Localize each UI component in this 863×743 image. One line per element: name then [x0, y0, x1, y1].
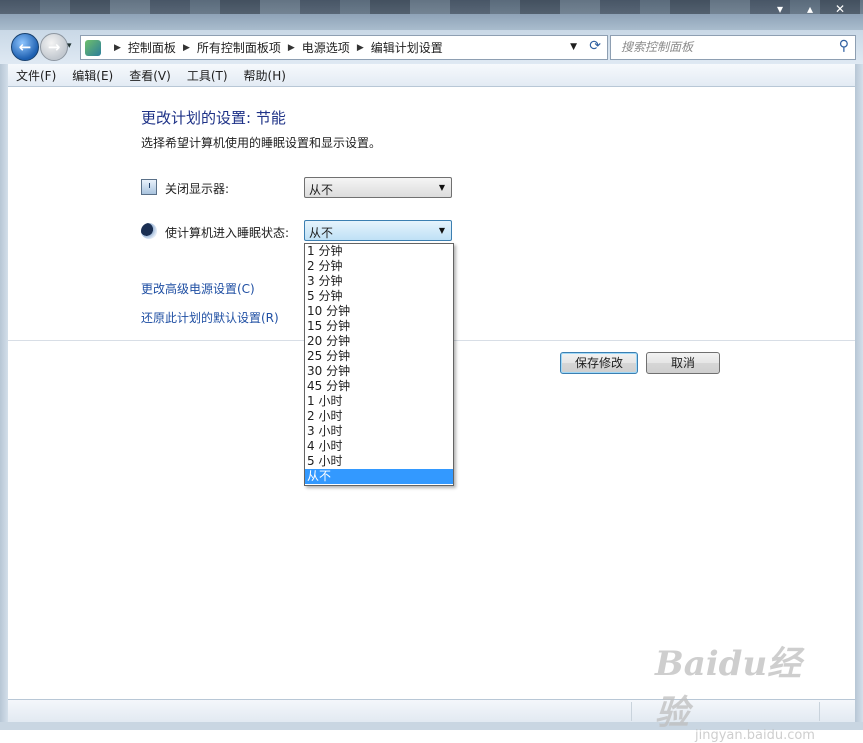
breadcrumb-label[interactable]: 编辑计划设置 — [371, 39, 443, 56]
breadcrumb-label[interactable]: 控制面板 — [128, 39, 176, 56]
sleep-option[interactable]: 15 分钟 — [305, 319, 453, 334]
titlebar-background — [0, 0, 863, 14]
menu-help[interactable]: 帮助(H) — [236, 67, 294, 84]
restore-defaults-link[interactable]: 还原此计划的默认设置(R) — [141, 309, 279, 326]
sleep-option[interactable]: 3 小时 — [305, 424, 453, 439]
sleep-dropdown-list: 1 分钟 2 分钟 3 分钟 5 分钟 10 分钟 15 分钟 20 分钟 25 分钟 30 分… — [304, 243, 454, 486]
cancel-button[interactable]: 取消 — [646, 352, 720, 374]
menu-tools[interactable]: 工具(T) — [179, 67, 236, 84]
display-off-label: 关闭显示器: — [165, 182, 230, 196]
baidu-watermark: Baidu经验 jingyan.baidu.com — [655, 636, 815, 743]
recent-pages-dropdown-icon[interactable]: ▾ — [67, 41, 72, 51]
sleep-option[interactable]: 2 分钟 — [305, 259, 453, 274]
menu-bar: 文件(F) 编辑(E) 查看(V) 工具(T) 帮助(H) — [8, 64, 855, 87]
advanced-power-settings-link[interactable]: 更改高级电源设置(C) — [141, 280, 255, 297]
sleep-option[interactable]: 5 分钟 — [305, 289, 453, 304]
close-button[interactable]: ✕ — [825, 0, 855, 18]
sleep-option[interactable]: 10 分钟 — [305, 304, 453, 319]
maximize-button[interactable]: ▴ — [795, 0, 825, 18]
sleep-option[interactable]: 从不 — [305, 469, 453, 484]
window-titlebar: ▾ ▴ ✕ — [0, 0, 863, 30]
window-frame-left — [0, 64, 8, 730]
chevron-down-icon: ▼ — [438, 226, 445, 235]
back-button[interactable]: ← — [11, 33, 39, 61]
sleep-value: 从不 — [309, 226, 334, 240]
breadcrumb-label[interactable]: 电源选项 — [302, 39, 350, 56]
chevron-right-icon[interactable]: ▶ — [183, 43, 190, 53]
forward-button[interactable]: → — [40, 33, 68, 61]
sleep-option[interactable]: 2 小时 — [305, 409, 453, 424]
sleep-option[interactable]: 4 小时 — [305, 439, 453, 454]
sleep-option[interactable]: 1 小时 — [305, 394, 453, 409]
search-icon[interactable]: ⚲ — [839, 38, 849, 54]
control-panel-icon — [85, 39, 101, 56]
save-button[interactable]: 保存修改 — [560, 352, 638, 374]
refresh-icon[interactable]: ⟳ — [589, 38, 601, 54]
sleep-moon-icon — [141, 223, 157, 239]
sleep-label: 使计算机进入睡眠状态: — [165, 226, 290, 240]
search-box[interactable]: ⚲ — [610, 35, 856, 60]
breadcrumb[interactable]: ▶ 控制面板 ▶ 所有控制面板项 ▶ 电源选项 ▶ 编辑计划设置 ▼ ⟳ — [80, 35, 608, 60]
chevron-right-icon[interactable]: ▶ — [288, 43, 295, 53]
chevron-right-icon[interactable]: ▶ — [114, 43, 121, 53]
address-bar: ← → ▾ ▶ 控制面板 ▶ 所有控制面板项 ▶ 电源选项 ▶ 编辑计划设置 ▼ ⟳ ⚲ — [0, 30, 863, 64]
page-title: 更改计划的设置: 节能 — [141, 109, 286, 127]
breadcrumb-item-edit-plan[interactable]: ▶ 编辑计划设置 — [350, 39, 443, 56]
chevron-right-icon[interactable]: ▶ — [357, 43, 364, 53]
page-subtitle: 选择希望计算机使用的睡眠设置和显示设置。 — [141, 136, 382, 150]
display-clock-icon — [141, 179, 157, 195]
minimize-button[interactable]: ▾ — [765, 0, 795, 18]
main-content: 更改计划的设置: 节能 选择希望计算机使用的睡眠设置和显示设置。 关闭显示器: … — [8, 87, 855, 699]
forward-arrow-icon: → — [47, 38, 61, 56]
menu-view[interactable]: 查看(V) — [121, 67, 179, 84]
sleep-option[interactable]: 45 分钟 — [305, 379, 453, 394]
menu-edit[interactable]: 编辑(E) — [64, 67, 121, 84]
breadcrumb-item-all-items[interactable]: ▶ 所有控制面板项 — [176, 39, 281, 56]
chevron-down-icon: ▼ — [438, 183, 445, 192]
watermark-url: jingyan.baidu.com — [695, 728, 815, 743]
breadcrumb-item-control-panel[interactable]: ▶ 控制面板 — [107, 39, 176, 56]
display-off-select[interactable]: 从不 ▼ — [304, 177, 452, 198]
sleep-select[interactable]: 从不 ▼ — [304, 220, 452, 241]
window-controls: ▾ ▴ ✕ — [765, 0, 855, 18]
sleep-option[interactable]: 25 分钟 — [305, 349, 453, 364]
breadcrumb-item-power-options[interactable]: ▶ 电源选项 — [281, 39, 350, 56]
display-off-value: 从不 — [309, 183, 334, 197]
window-frame-right — [855, 64, 863, 730]
sleep-option[interactable]: 20 分钟 — [305, 334, 453, 349]
sleep-option[interactable]: 5 小时 — [305, 454, 453, 469]
breadcrumb-label[interactable]: 所有控制面板项 — [197, 39, 281, 56]
watermark-logo-text: Baidu经验 — [655, 644, 802, 733]
search-input[interactable] — [619, 39, 823, 55]
back-arrow-icon: ← — [18, 38, 32, 56]
status-separator — [631, 702, 632, 721]
sleep-option[interactable]: 3 分钟 — [305, 274, 453, 289]
menu-file[interactable]: 文件(F) — [8, 67, 64, 84]
sleep-option[interactable]: 1 分钟 — [305, 244, 453, 259]
sleep-option[interactable]: 30 分钟 — [305, 364, 453, 379]
address-history-dropdown-icon[interactable]: ▼ — [570, 42, 577, 52]
status-separator — [819, 702, 820, 721]
